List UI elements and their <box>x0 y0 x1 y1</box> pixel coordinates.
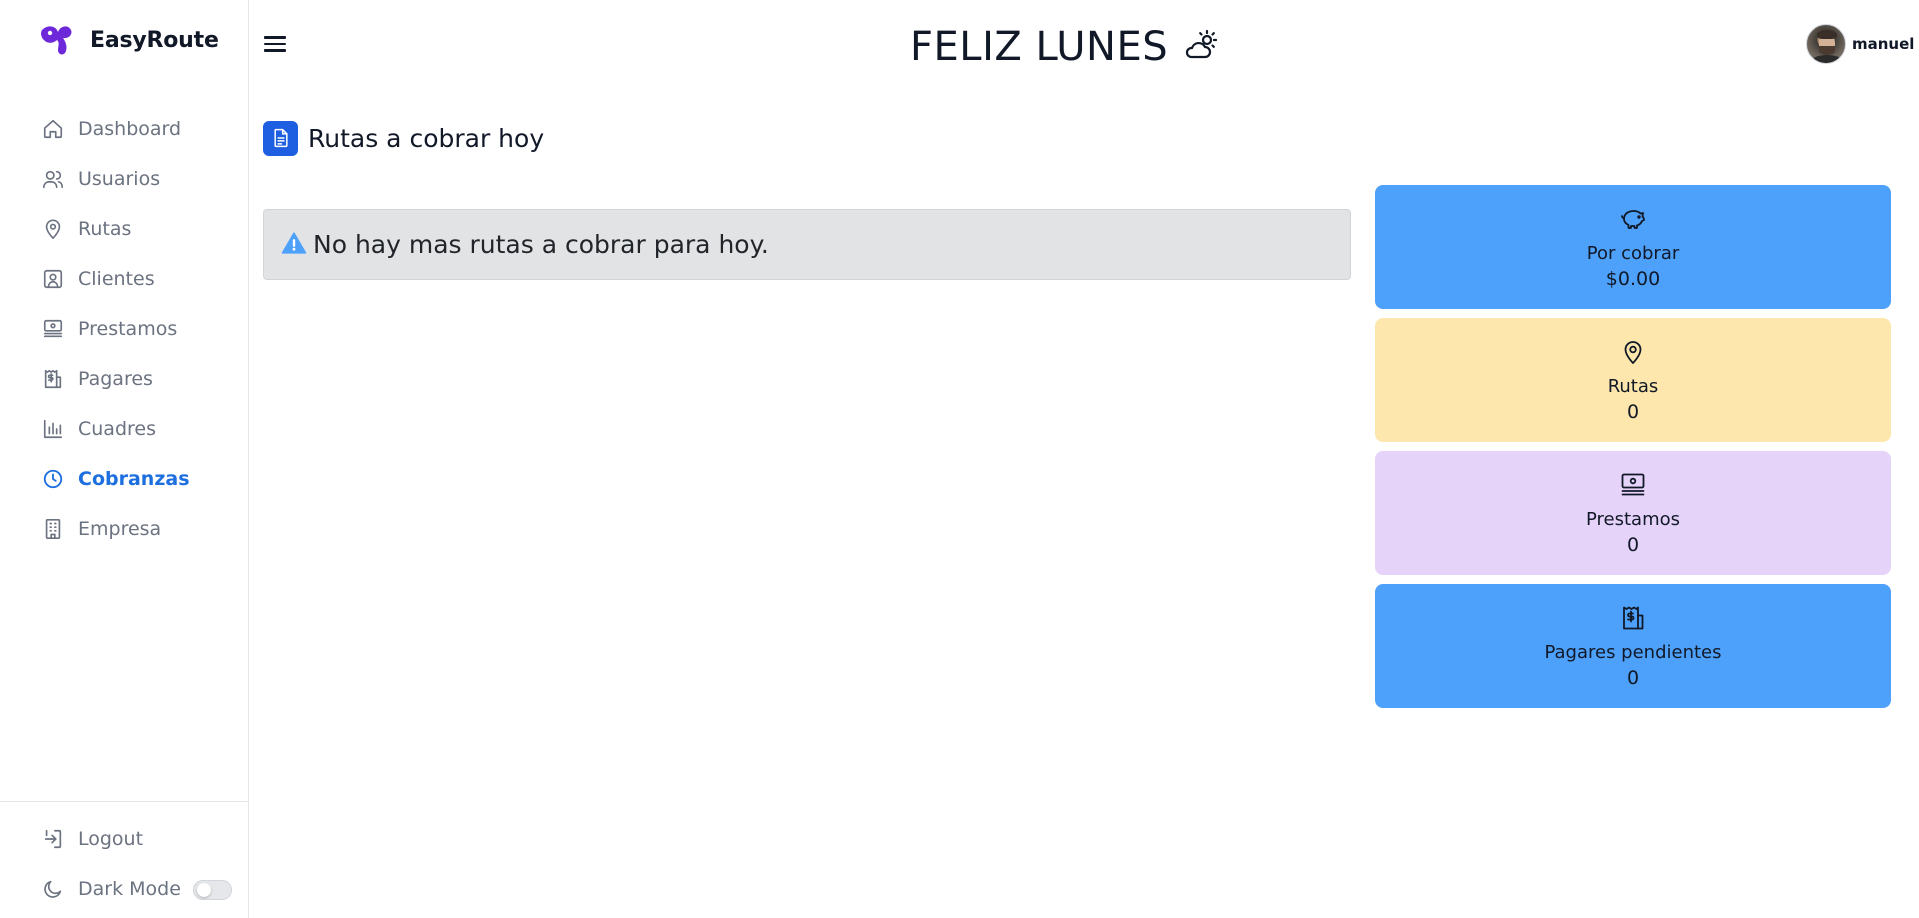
avatar-body <box>1811 55 1843 63</box>
stat-card-prestamos[interactable]: Prestamos 0 <box>1375 451 1891 575</box>
stat-value: 0 <box>1626 533 1640 556</box>
stat-label: Por cobrar <box>1586 242 1680 264</box>
page-title: Rutas a cobrar hoy <box>308 123 545 153</box>
sidebar-item-pagares[interactable]: Pagares <box>40 354 240 404</box>
clock-icon <box>40 466 66 492</box>
sidebar-item-cobranzas[interactable]: Cobranzas <box>40 454 240 504</box>
sidebar-item-usuarios[interactable]: Usuarios <box>40 154 240 204</box>
page-greeting: FELIZ LUNES <box>910 22 1218 72</box>
sidebar-nav: Dashboard Usuarios Rutas Clientes Presta… <box>40 104 240 554</box>
dark-mode-toggle[interactable] <box>193 880 232 900</box>
greeting-text: FELIZ LUNES <box>910 24 1169 70</box>
stat-cards: Por cobrar $0.00 Rutas 0 Prestamos 0 Pag… <box>1375 185 1891 717</box>
sidebar-item-empresa[interactable]: Empresa <box>40 504 240 554</box>
sidebar-item-label: Cuadres <box>78 418 156 440</box>
stat-value: 0 <box>1626 666 1640 689</box>
sidebar-item-label: Cobranzas <box>78 468 190 490</box>
contact-card-icon <box>40 266 66 292</box>
map-pin-icon <box>1619 338 1647 370</box>
building-icon <box>40 516 66 542</box>
cloud-sun-icon <box>1182 27 1218 67</box>
hamburger-line <box>264 49 286 52</box>
user-menu[interactable]: manuel <box>1806 24 1914 64</box>
sidebar-item-label: Empresa <box>78 518 162 540</box>
stat-label: Pagares pendientes <box>1544 641 1722 663</box>
alert-text: No hay mas rutas a cobrar para hoy. <box>313 230 769 259</box>
dark-mode-row: Dark Mode <box>40 869 181 909</box>
piggy-bank-icon <box>1619 205 1647 237</box>
sidebar-item-label: Usuarios <box>78 168 161 190</box>
users-icon <box>40 166 66 192</box>
map-pin-icon <box>40 216 66 242</box>
hamburger-icon <box>264 36 286 39</box>
brand[interactable]: EasyRoute <box>38 20 219 60</box>
toggle-knob <box>197 883 211 897</box>
warning-icon <box>281 230 307 260</box>
menu-toggle-button[interactable] <box>264 32 288 56</box>
stat-label: Prestamos <box>1585 508 1680 530</box>
cash-icon <box>40 316 66 342</box>
logout-icon <box>40 826 66 852</box>
home-icon <box>40 116 66 142</box>
avatar-hair <box>1817 30 1837 39</box>
sidebar: EasyRoute Dashboard Usuarios Rutas Clien… <box>0 0 249 918</box>
logout-button[interactable]: Logout <box>40 819 143 859</box>
cash-icon <box>1619 471 1647 503</box>
document-icon <box>263 120 298 156</box>
sidebar-item-label: Pagares <box>78 368 153 390</box>
brand-name: EasyRoute <box>90 27 219 53</box>
receipt-icon <box>1619 604 1647 636</box>
sidebar-item-dashboard[interactable]: Dashboard <box>40 104 240 154</box>
sidebar-item-label: Rutas <box>78 218 132 240</box>
logout-label: Logout <box>78 828 144 850</box>
easyroute-logo-icon <box>38 22 74 58</box>
sidebar-item-clientes[interactable]: Clientes <box>40 254 240 304</box>
stat-value: 0 <box>1626 400 1640 423</box>
sidebar-item-label: Dashboard <box>78 118 182 140</box>
user-name: manuel <box>1852 35 1915 53</box>
moon-icon <box>40 876 66 902</box>
section-header: Rutas a cobrar hoy <box>263 120 544 156</box>
bar-chart-icon <box>40 416 66 442</box>
receipt-icon <box>40 366 66 392</box>
sidebar-item-cuadres[interactable]: Cuadres <box>40 404 240 454</box>
sidebar-item-label: Clientes <box>78 268 155 290</box>
sidebar-item-label: Prestamos <box>78 318 178 340</box>
stat-card-rutas[interactable]: Rutas 0 <box>1375 318 1891 442</box>
stat-value: $0.00 <box>1605 267 1661 290</box>
sidebar-footer: Logout Dark Mode <box>0 801 249 918</box>
stat-label: Rutas <box>1607 375 1659 397</box>
sidebar-item-rutas[interactable]: Rutas <box>40 204 240 254</box>
avatar-beard <box>1819 46 1835 55</box>
sidebar-item-prestamos[interactable]: Prestamos <box>40 304 240 354</box>
stat-card-por-cobrar[interactable]: Por cobrar $0.00 <box>1375 185 1891 309</box>
empty-state-alert: No hay mas rutas a cobrar para hoy. <box>263 209 1351 280</box>
dark-mode-label: Dark Mode <box>78 878 181 900</box>
avatar <box>1806 24 1846 64</box>
stat-card-pagares-pendientes[interactable]: Pagares pendientes 0 <box>1375 584 1891 708</box>
hamburger-line <box>264 42 286 46</box>
